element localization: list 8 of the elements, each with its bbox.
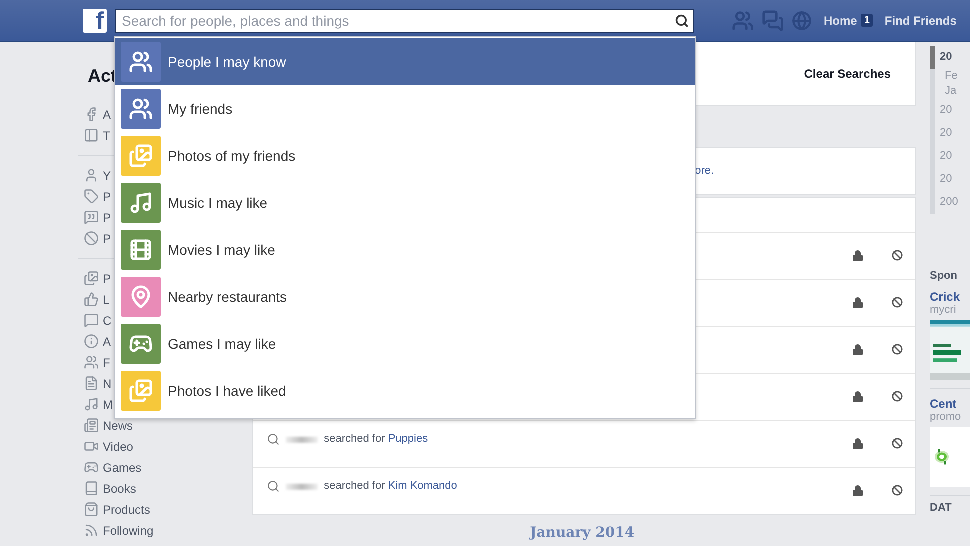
activity-text: searched for Kim Komando: [324, 480, 458, 492]
ad-source: promo: [930, 411, 962, 423]
month-heading: January 2014: [528, 524, 636, 541]
sponsored-heading: Spon: [930, 270, 958, 282]
ad-source: mycri: [930, 304, 958, 316]
count-badge: 1: [861, 14, 873, 27]
section-heading: DAT: [930, 502, 953, 514]
activity-text: searched for Puppies: [324, 433, 428, 445]
